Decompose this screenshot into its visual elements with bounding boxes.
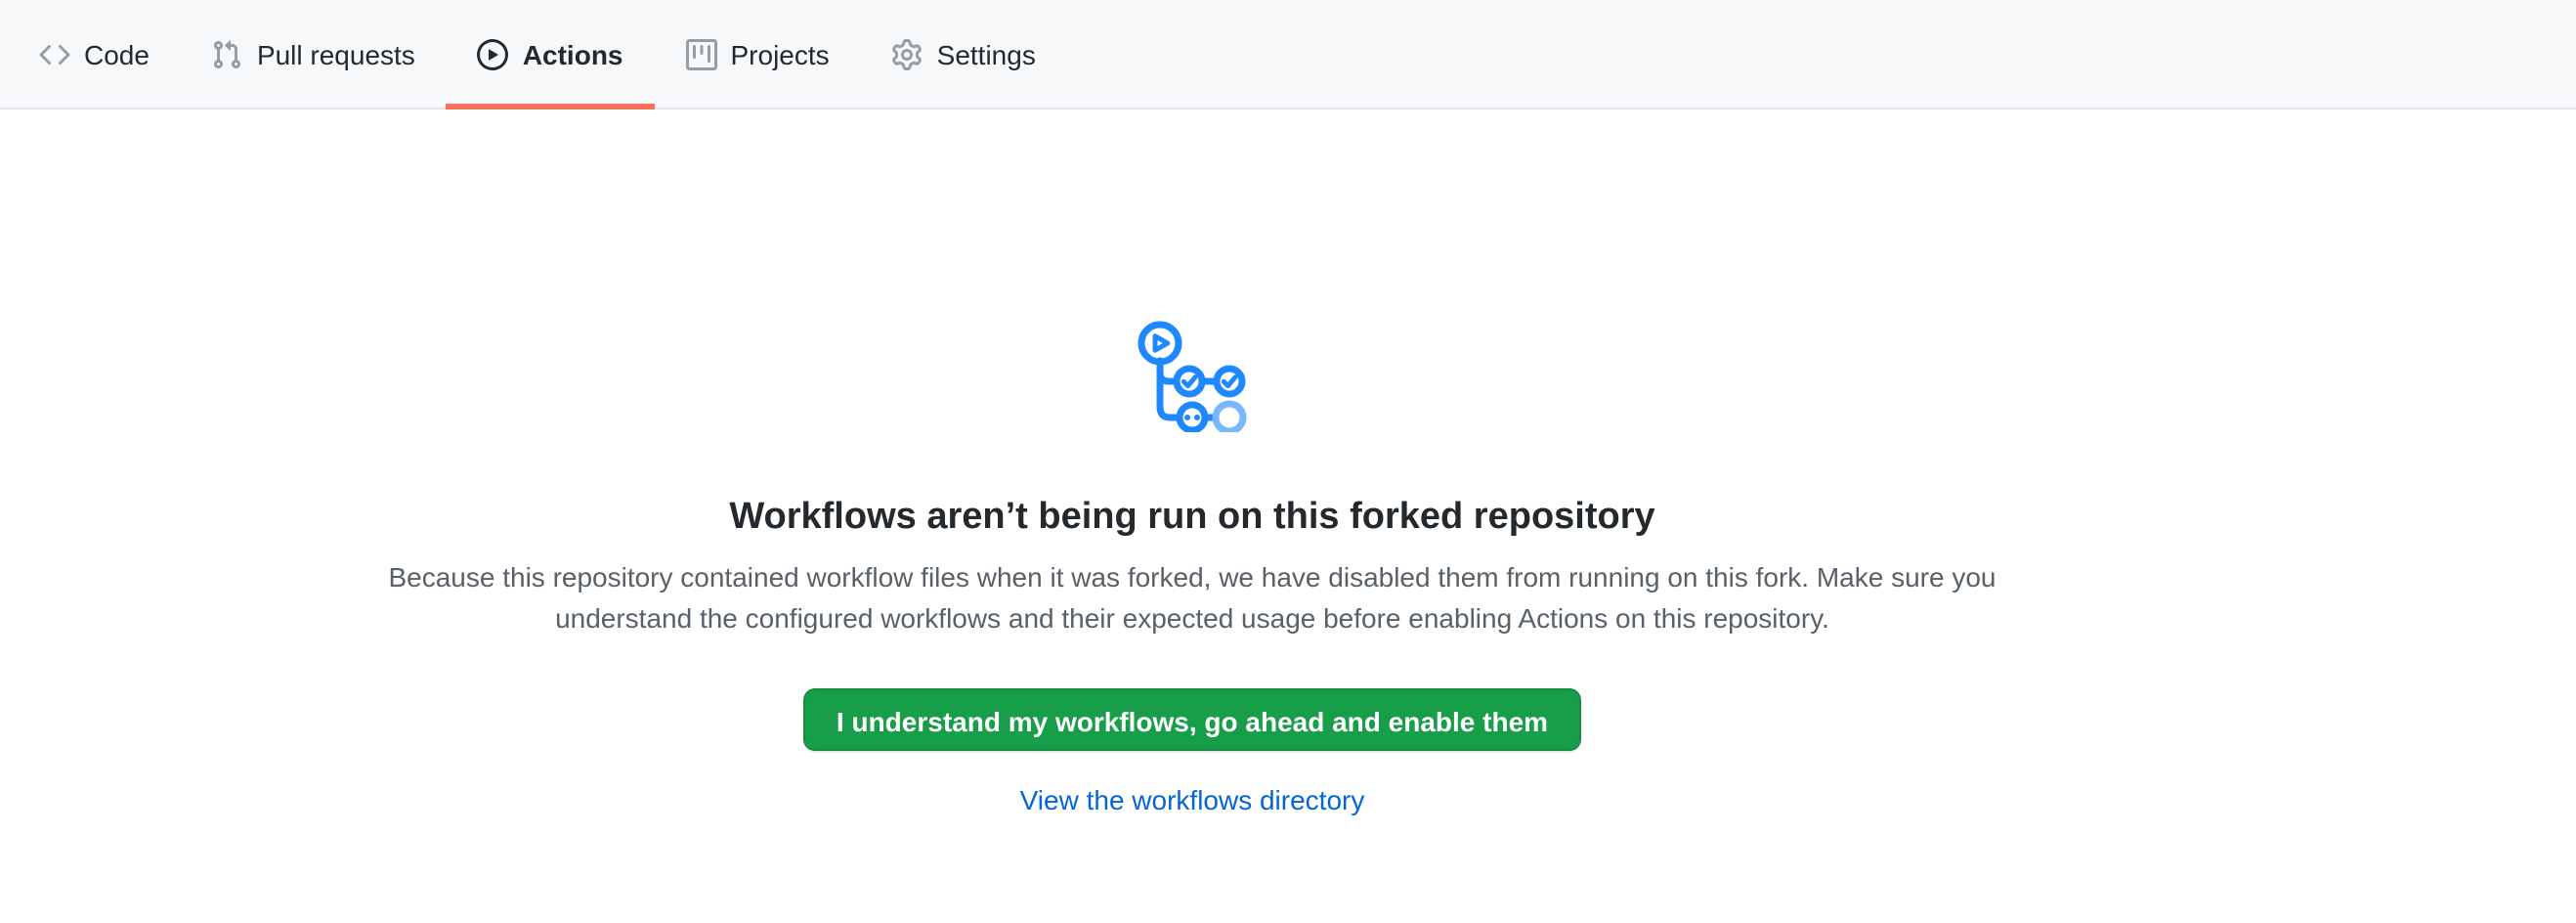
blankslate-heading: Workflows aren’t being run on this forke… [313,493,2072,542]
tab-code[interactable]: Code [8,0,181,108]
tab-pull-requests[interactable]: Pull requests [181,0,447,108]
actions-workflow-icon [1137,321,1248,432]
project-icon [686,38,717,69]
git-pull-request-icon [212,38,243,69]
tab-actions-label: Actions [523,38,623,69]
tab-code-label: Code [84,38,150,69]
view-workflows-directory-link[interactable]: View the workflows directory [1020,784,1365,815]
tab-pull-requests-label: Pull requests [257,38,415,69]
tab-projects[interactable]: Projects [655,0,861,108]
repo-tab-nav: Code Pull requests Actions Projects [0,0,2576,110]
tab-projects-label: Projects [731,38,830,69]
code-icon [39,38,70,69]
enable-workflows-button[interactable]: I understand my workflows, go ahead and … [803,688,1581,751]
selected-tab-underline [447,104,655,110]
tab-settings[interactable]: Settings [861,0,1067,108]
tab-actions[interactable]: Actions [447,0,655,108]
actions-blankslate: Workflows aren’t being run on this forke… [0,110,2576,819]
blankslate-description: Because this repository contained workfl… [342,557,2042,639]
gear-icon [892,38,923,69]
tab-settings-label: Settings [937,38,1036,69]
play-icon [478,38,509,69]
page: Code Pull requests Actions Projects [0,0,2576,923]
